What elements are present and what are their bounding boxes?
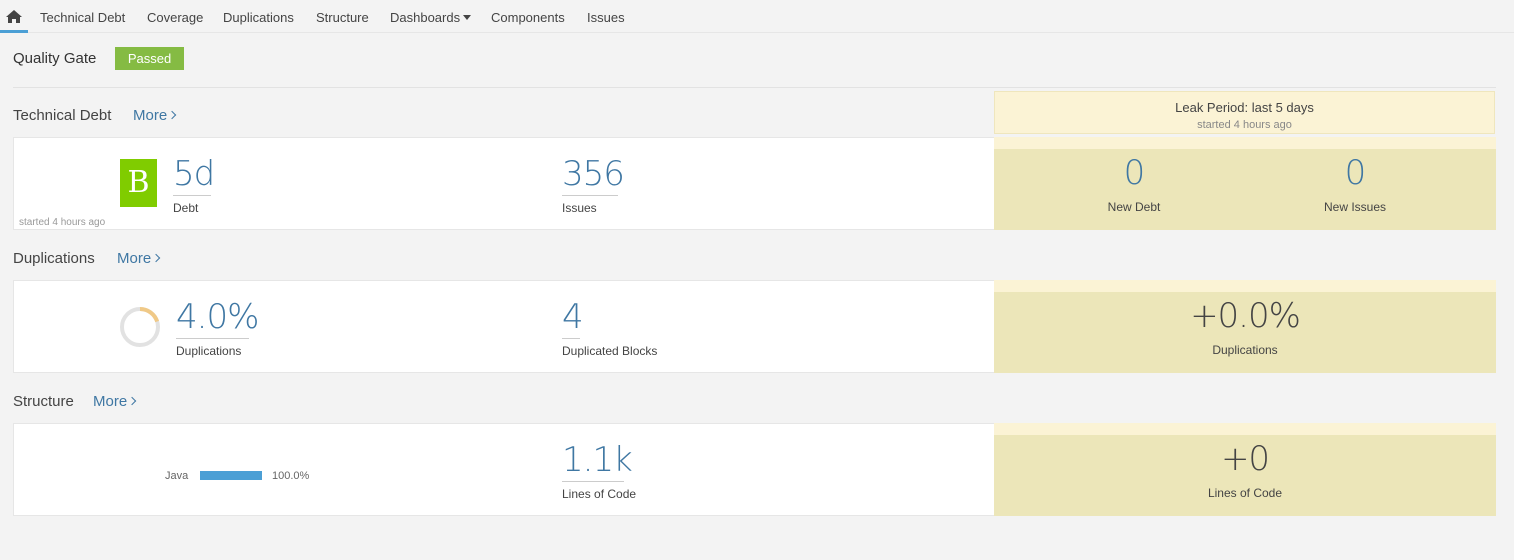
new-issues-value[interactable]: 0	[1305, 153, 1405, 193]
debt-rating-badge[interactable]: B	[120, 159, 157, 207]
structure-leak-box: +0 Lines of Code	[994, 423, 1496, 516]
blocks-underline	[562, 338, 580, 339]
new-duplications-value[interactable]: +0.0%	[1145, 296, 1345, 336]
chevron-right-icon	[151, 253, 161, 263]
loc-underline	[562, 481, 624, 482]
issues-label: Issues	[562, 201, 597, 215]
duplications-density-label: Duplications	[176, 344, 242, 358]
technical-debt-leak-box: 0 New Debt 0 New Issues	[994, 137, 1496, 230]
nav-dashboards[interactable]: Dashboards	[390, 0, 472, 33]
language-name: Java	[165, 470, 189, 482]
duplicated-blocks-label: Duplicated Blocks	[562, 344, 658, 358]
home-icon	[6, 10, 22, 23]
structure-card: Java 100.0% 1.1k Lines of Code +0 Lines …	[13, 423, 1496, 516]
new-debt-label: New Debt	[1107, 200, 1161, 214]
duplications-more-link[interactable]: More	[117, 250, 161, 267]
more-label: More	[133, 107, 168, 124]
nav-coverage[interactable]: Coverage	[147, 0, 203, 33]
language-distribution-bar	[200, 471, 262, 480]
duplications-card: 4.0% Duplications 4 Duplicated Blocks +0…	[13, 280, 1496, 373]
debt-label: Debt	[173, 201, 199, 215]
duplications-donut-icon	[120, 307, 160, 347]
nav-issues[interactable]: Issues	[587, 0, 625, 33]
lines-of-code-label: Lines of Code	[562, 487, 637, 501]
caret-down-icon	[463, 15, 472, 20]
duplications-density-value[interactable]: 4.0%	[176, 297, 259, 337]
structure-title: Structure	[13, 393, 74, 410]
divider	[13, 87, 1496, 88]
new-issues-label: New Issues	[1323, 200, 1387, 214]
duplicated-blocks-value[interactable]: 4	[562, 297, 584, 337]
issues-value[interactable]: 356	[562, 154, 625, 194]
new-duplications-label: Duplications	[1212, 343, 1278, 357]
technical-debt-card: B 5d Debt started 4 hours ago 356 Issues…	[13, 137, 1496, 230]
language-percentage: 100.0%	[272, 470, 310, 482]
issues-underline	[562, 195, 618, 196]
new-lines-of-code-label: Lines of Code	[1207, 486, 1283, 500]
more-label: More	[93, 393, 128, 410]
home-tab[interactable]	[0, 0, 28, 33]
debt-underline	[173, 195, 211, 196]
leak-period-header: Leak Period: last 5 days started 4 hours…	[994, 91, 1495, 134]
new-lines-of-code-value[interactable]: +0	[1145, 439, 1345, 479]
technical-debt-more-link[interactable]: More	[133, 107, 177, 124]
quality-gate-label: Quality Gate	[13, 50, 97, 67]
duplications-leak-box: +0.0% Duplications	[994, 280, 1496, 373]
more-label: More	[117, 250, 152, 267]
leak-period-subtitle: started 4 hours ago	[1197, 119, 1292, 131]
top-nav: Technical Debt Coverage Duplications Str…	[0, 0, 1514, 33]
nav-components[interactable]: Components	[491, 0, 565, 33]
duplications-title: Duplications	[13, 250, 95, 267]
started-note: started 4 hours ago	[19, 217, 106, 228]
nav-duplications[interactable]: Duplications	[223, 0, 294, 33]
duplications-underline	[176, 338, 249, 339]
technical-debt-title: Technical Debt	[13, 107, 112, 124]
nav-technical-debt[interactable]: Technical Debt	[40, 0, 125, 33]
leak-period-title: Leak Period: last 5 days	[1175, 100, 1314, 115]
quality-gate-status-badge: Passed	[115, 47, 184, 70]
lines-of-code-value[interactable]: 1.1k	[562, 440, 633, 480]
nav-dashboards-label: Dashboards	[390, 10, 461, 25]
debt-value[interactable]: 5d	[173, 154, 215, 194]
chevron-right-icon	[127, 396, 137, 406]
new-debt-value[interactable]: 0	[1084, 153, 1184, 193]
structure-more-link[interactable]: More	[93, 393, 137, 410]
nav-structure[interactable]: Structure	[316, 0, 369, 33]
chevron-right-icon	[167, 110, 177, 120]
